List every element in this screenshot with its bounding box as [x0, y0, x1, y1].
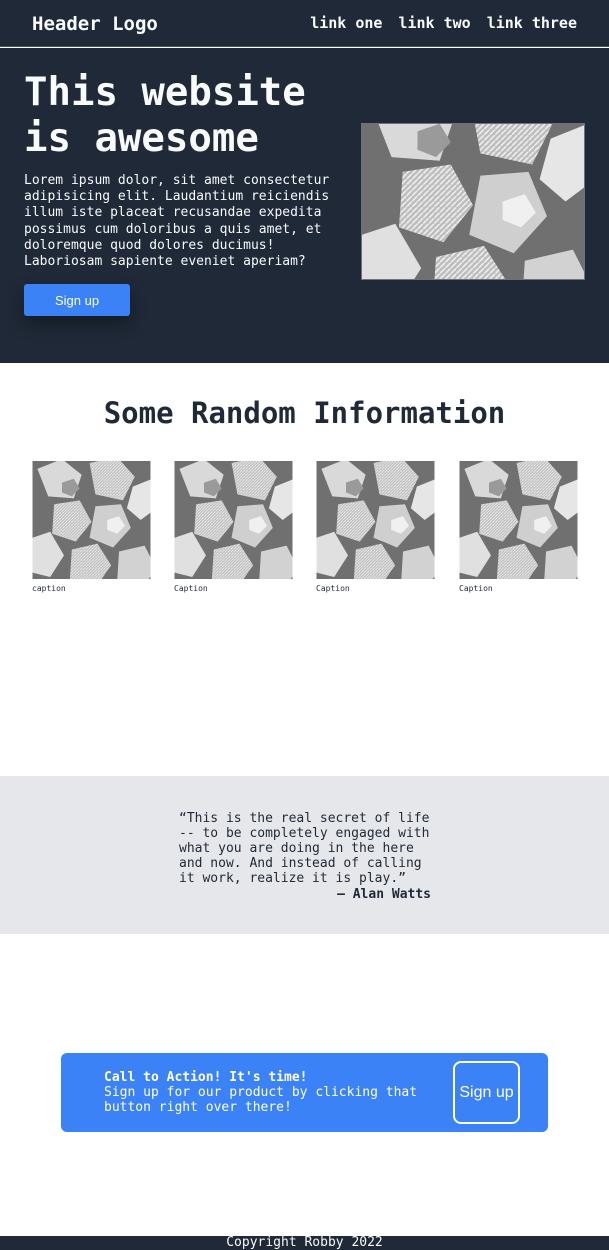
card-image: [32, 461, 151, 579]
info-card: Caption: [316, 461, 435, 594]
nav-link-one[interactable]: link one: [310, 13, 382, 33]
quote-author: — Alan Watts: [337, 887, 431, 902]
card-caption: Caption: [459, 584, 493, 593]
site-header: Header Logo link one link two link three: [0, 0, 609, 47]
card-caption: Caption: [316, 584, 350, 593]
card-caption: Caption: [174, 584, 208, 593]
hero-section: This website is awesome Lorem ipsum dolo…: [0, 48, 609, 363]
nav-link-three[interactable]: link three: [487, 13, 577, 33]
info-title: Some Random Information: [103, 396, 506, 430]
card-image: [316, 461, 435, 579]
cta-description: Sign up for our product by clicking that…: [104, 1085, 418, 1115]
cta-title: Call to Action! It's time!: [104, 1070, 308, 1085]
card-caption: caption: [32, 584, 66, 593]
info-card: caption: [32, 461, 151, 594]
site-footer: Copyright Robby 2022: [0, 1236, 609, 1250]
quote-text: “This is the real secret of life -- to b…: [179, 811, 430, 886]
main-nav: link one link two link three: [310, 13, 577, 33]
hero-description: Lorem ipsum dolor, sit amet consectetur …: [24, 173, 330, 270]
cta-signup-button[interactable]: Sign up: [453, 1061, 520, 1124]
quote-section: “This is the real secret of life -- to b…: [0, 776, 609, 934]
card-image: [174, 461, 293, 579]
hero-signup-button[interactable]: Sign up: [24, 284, 130, 316]
card-image: [459, 461, 578, 579]
hero-title: This website is awesome: [24, 70, 306, 161]
nav-link-two[interactable]: link two: [398, 13, 470, 33]
hero-image: [361, 123, 585, 280]
call-to-action-banner: Call to Action! It's time! Sign up for o…: [61, 1053, 548, 1132]
header-logo[interactable]: Header Logo: [32, 11, 158, 37]
copyright-text: Copyright Robby 2022: [226, 1235, 383, 1250]
info-card: Caption: [459, 461, 578, 594]
info-card: Caption: [174, 461, 293, 594]
